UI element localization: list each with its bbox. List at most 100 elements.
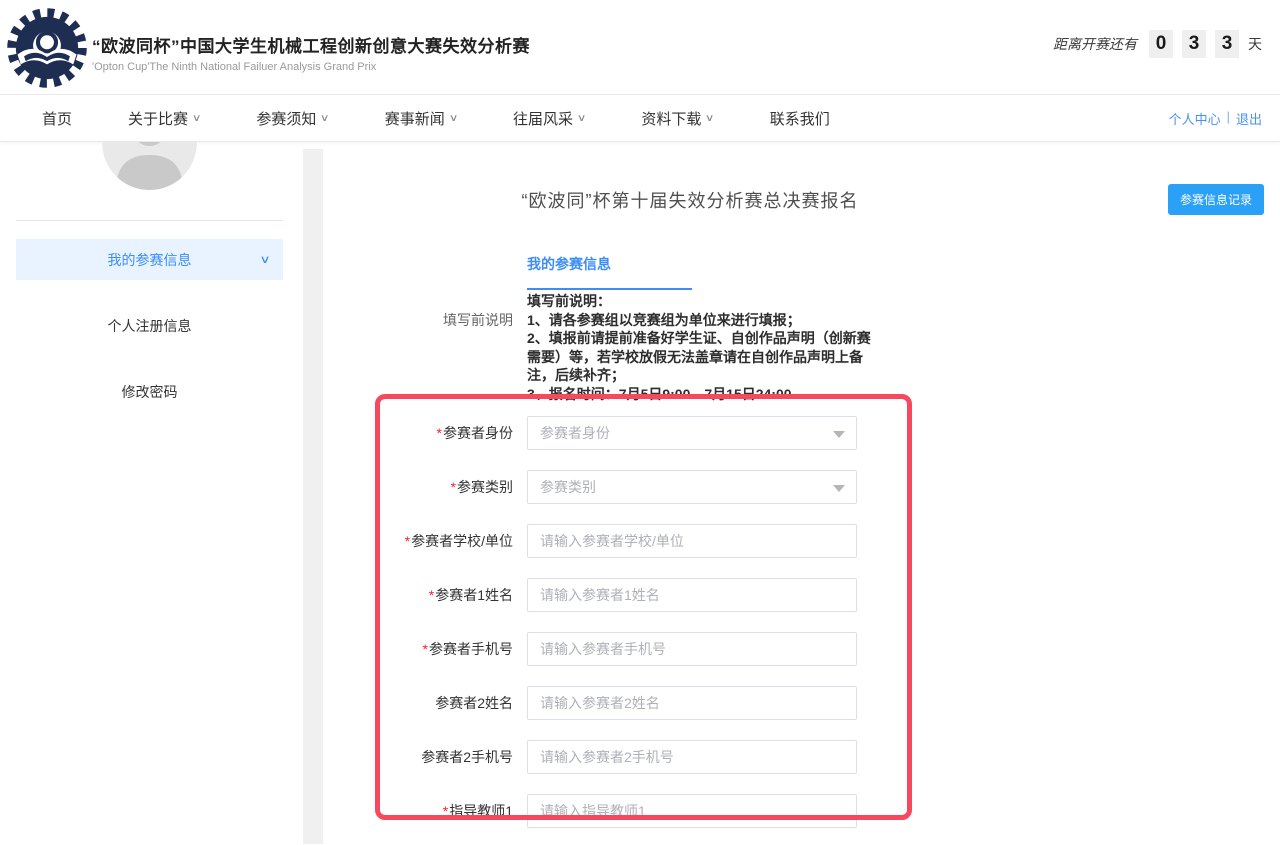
countdown-digit: 0 — [1149, 30, 1173, 58]
field-control — [527, 632, 857, 666]
field-input[interactable] — [527, 470, 857, 504]
field-control — [527, 578, 857, 612]
logout-link[interactable]: 退出 — [1236, 109, 1262, 128]
tab-my-entry-info[interactable]: 我的参赛信息 — [527, 254, 692, 290]
field-control — [527, 686, 857, 720]
chevron-down-icon: ∨ — [705, 113, 715, 124]
site-header: “欧波同杯”中国大学生机械工程创新创意大赛失效分析赛 'Opton Cup'Th… — [0, 0, 1280, 95]
nav-item-label: 往届风采 — [513, 108, 573, 129]
content-area: 我的参赛信息 ∨ 个人注册信息 ∨ 修改密码 ∨ “欧波同”杯第十届失效分析赛总… — [0, 142, 1280, 844]
brand-block: “欧波同杯”中国大学生机械工程创新创意大赛失效分析赛 'Opton Cup'Th… — [92, 32, 530, 73]
nav-item-label: 资料下载 — [641, 108, 701, 129]
chevron-down-icon: ∨ — [192, 113, 202, 124]
nav-item[interactable]: 关于比赛 ∨ — [128, 108, 200, 129]
nav-item[interactable]: 首页 ∨ — [42, 108, 72, 129]
dropdown-arrow-icon — [833, 431, 845, 438]
chevron-down-icon: ∨ — [259, 253, 270, 266]
nav-item-label: 首页 — [42, 108, 72, 129]
field-label: *参赛者学校/单位 — [380, 531, 513, 551]
field-input[interactable] — [527, 740, 857, 774]
nav-item[interactable]: 往届风采 ∨ — [513, 108, 585, 129]
required-asterisk-icon: * — [451, 479, 456, 495]
instructions-label: 填写前说明 — [380, 310, 513, 330]
avatar-section — [16, 142, 283, 221]
instructions-body: 填写前说明：1、请各参赛组以竞赛组为单位来进行填报；2、填报前请提前准备好学生证… — [527, 292, 875, 404]
scrollbar-track[interactable] — [303, 149, 323, 844]
nav-item-label: 参赛须知 — [256, 108, 316, 129]
field-input[interactable] — [527, 632, 857, 666]
field-label: *参赛者1姓名 — [380, 585, 513, 605]
form-field-row: *指导教师1 — [380, 794, 920, 828]
instruction-line: 填写前说明： — [527, 292, 875, 311]
countdown: 距离开赛还有 033 天 — [1053, 30, 1262, 58]
sidebar-item-label: 个人注册信息 — [108, 316, 192, 336]
field-label: *参赛者2姓名 — [380, 693, 513, 713]
instruction-line: 1、请各参赛组以竞赛组为单位来进行填报； — [527, 311, 875, 330]
form-field-row: *参赛者学校/单位 — [380, 524, 920, 558]
dropdown-arrow-icon — [833, 485, 845, 492]
page-title: “欧波同”杯第十届失效分析赛总决赛报名 — [380, 187, 1000, 213]
sidebar-item[interactable]: 修改密码 ∨ — [16, 371, 283, 412]
site-subtitle: 'Opton Cup'The Ninth National Failuer An… — [92, 61, 530, 73]
required-asterisk-icon: * — [429, 587, 434, 603]
nav-item-label: 联系我们 — [770, 108, 830, 129]
sidebar-item[interactable]: 个人注册信息 ∨ — [16, 305, 283, 346]
nav-item[interactable]: 联系我们 ∨ — [770, 108, 830, 129]
required-asterisk-icon: * — [443, 803, 448, 819]
field-label: *参赛者手机号 — [380, 639, 513, 659]
tab-active-underline — [527, 288, 692, 290]
countdown-digits: 033 — [1149, 30, 1239, 58]
sidebar-item-label: 我的参赛信息 — [108, 250, 192, 270]
required-asterisk-icon: * — [423, 641, 428, 657]
field-control — [527, 794, 857, 828]
registration-record-button[interactable]: 参赛信息记录 — [1168, 184, 1264, 215]
field-label: *参赛者身份 — [380, 423, 513, 443]
nav-item[interactable]: 参赛须知 ∨ — [256, 108, 328, 129]
entry-form: *参赛者身份 *参赛类别 — [380, 416, 920, 845]
field-label: *参赛类别 — [380, 477, 513, 497]
chevron-down-icon: ∨ — [449, 113, 459, 124]
field-input[interactable] — [527, 686, 857, 720]
chevron-down-icon: ∨ — [320, 113, 330, 124]
avatar — [102, 142, 197, 190]
instruction-line: 2、填报前请提前准备好学生证、自创作品声明（创新赛需要）等，若学校放假无法盖章请… — [527, 329, 875, 385]
field-control — [527, 524, 857, 558]
instruction-line: 3、报名时间：7月5日9:00—7月15日24:00 — [527, 385, 875, 404]
sidebar-menu: 我的参赛信息 ∨ 个人注册信息 ∨ 修改密码 ∨ — [16, 239, 283, 412]
field-input[interactable] — [527, 416, 857, 450]
field-input[interactable] — [527, 578, 857, 612]
field-control — [527, 470, 857, 504]
nav-item[interactable]: 资料下载 ∨ — [641, 108, 713, 129]
nav-item-label: 关于比赛 — [128, 108, 188, 129]
nav-items: 首页 ∨ 关于比赛 ∨ 参赛须知 ∨ 赛事新闻 ∨ 往届风采 ∨ — [42, 108, 830, 129]
tab-label: 我的参赛信息 — [527, 254, 692, 274]
field-input[interactable] — [527, 524, 857, 558]
countdown-label: 距离开赛还有 — [1053, 34, 1137, 54]
field-input[interactable] — [527, 794, 857, 828]
pre-fill-instructions: 填写前说明 填写前说明：1、请各参赛组以竞赛组为单位来进行填报；2、填报前请提前… — [380, 292, 880, 404]
main-nav: 首页 ∨ 关于比赛 ∨ 参赛须知 ∨ 赛事新闻 ∨ 往届风采 ∨ — [0, 95, 1280, 142]
personal-center-link[interactable]: 个人中心 — [1169, 109, 1221, 128]
form-field-row: *参赛者手机号 — [380, 632, 920, 666]
countdown-unit: 天 — [1248, 34, 1262, 54]
gear-book-logo-icon — [6, 7, 88, 89]
nav-item-label: 赛事新闻 — [385, 108, 445, 129]
sidebar-item[interactable]: 我的参赛信息 ∨ — [16, 239, 283, 280]
user-links: 个人中心 | 退出 — [1169, 109, 1262, 128]
form-field-row: *参赛者2手机号 — [380, 740, 920, 774]
required-asterisk-icon: * — [437, 425, 442, 441]
required-asterisk-icon: * — [405, 533, 410, 549]
field-label: *指导教师1 — [380, 801, 513, 821]
countdown-digit: 3 — [1215, 30, 1239, 58]
form-field-row: *参赛者1姓名 — [380, 578, 920, 612]
form-field-row: *参赛类别 — [380, 470, 920, 504]
nav-item[interactable]: 赛事新闻 ∨ — [385, 108, 457, 129]
sidebar-item-label: 修改密码 — [122, 382, 178, 402]
field-label: *参赛者2手机号 — [380, 747, 513, 767]
form-field-row: *参赛者身份 — [380, 416, 920, 450]
form-field-row: *参赛者2姓名 — [380, 686, 920, 720]
sidebar: 我的参赛信息 ∨ 个人注册信息 ∨ 修改密码 ∨ — [16, 142, 283, 437]
link-separator: | — [1227, 109, 1230, 128]
site-title: “欧波同杯”中国大学生机械工程创新创意大赛失效分析赛 — [92, 32, 530, 57]
field-control — [527, 416, 857, 450]
